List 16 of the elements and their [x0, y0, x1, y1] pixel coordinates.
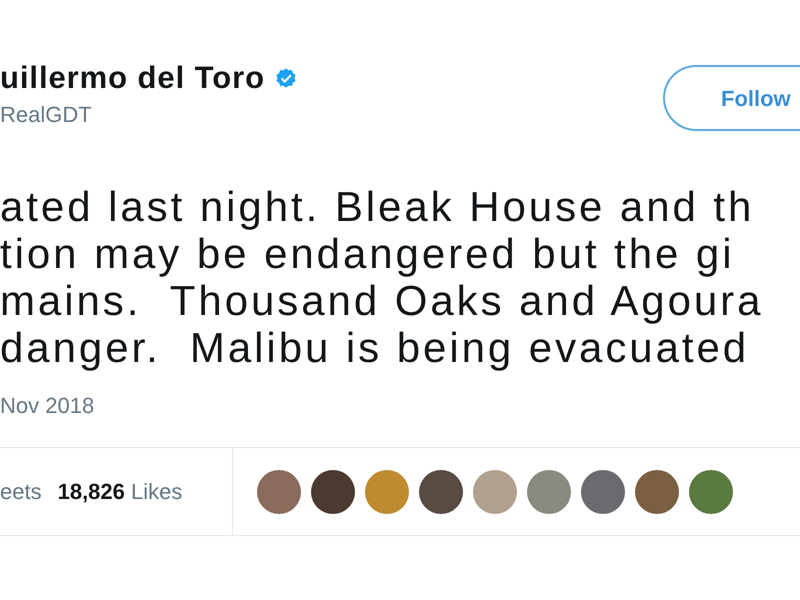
avatar[interactable] — [311, 470, 355, 514]
tweet-date: Nov 2018 — [0, 392, 96, 420]
avatar[interactable] — [257, 470, 301, 514]
avatar[interactable] — [689, 470, 733, 514]
tweet-text-line: danger. Malibu is being evacuated — [0, 324, 750, 371]
tweet-text-line: tion may be endangered but the gi — [0, 230, 736, 277]
follow-button[interactable]: Follow — [663, 65, 800, 131]
stat-count[interactable]: eets — [0, 475, 42, 508]
tweet-text-line: ated last night. Bleak House and th — [0, 183, 756, 230]
stat-count[interactable]: 18,826 Likes — [58, 475, 182, 508]
tweet-text-line: mains. Thousand Oaks and Agoura — [0, 277, 764, 324]
avatar[interactable] — [581, 470, 625, 514]
author-name[interactable]: uillermo del Toro — [0, 60, 265, 96]
avatar[interactable] — [419, 470, 463, 514]
author-handle[interactable]: RealGDT — [0, 100, 663, 130]
avatar[interactable] — [635, 470, 679, 514]
